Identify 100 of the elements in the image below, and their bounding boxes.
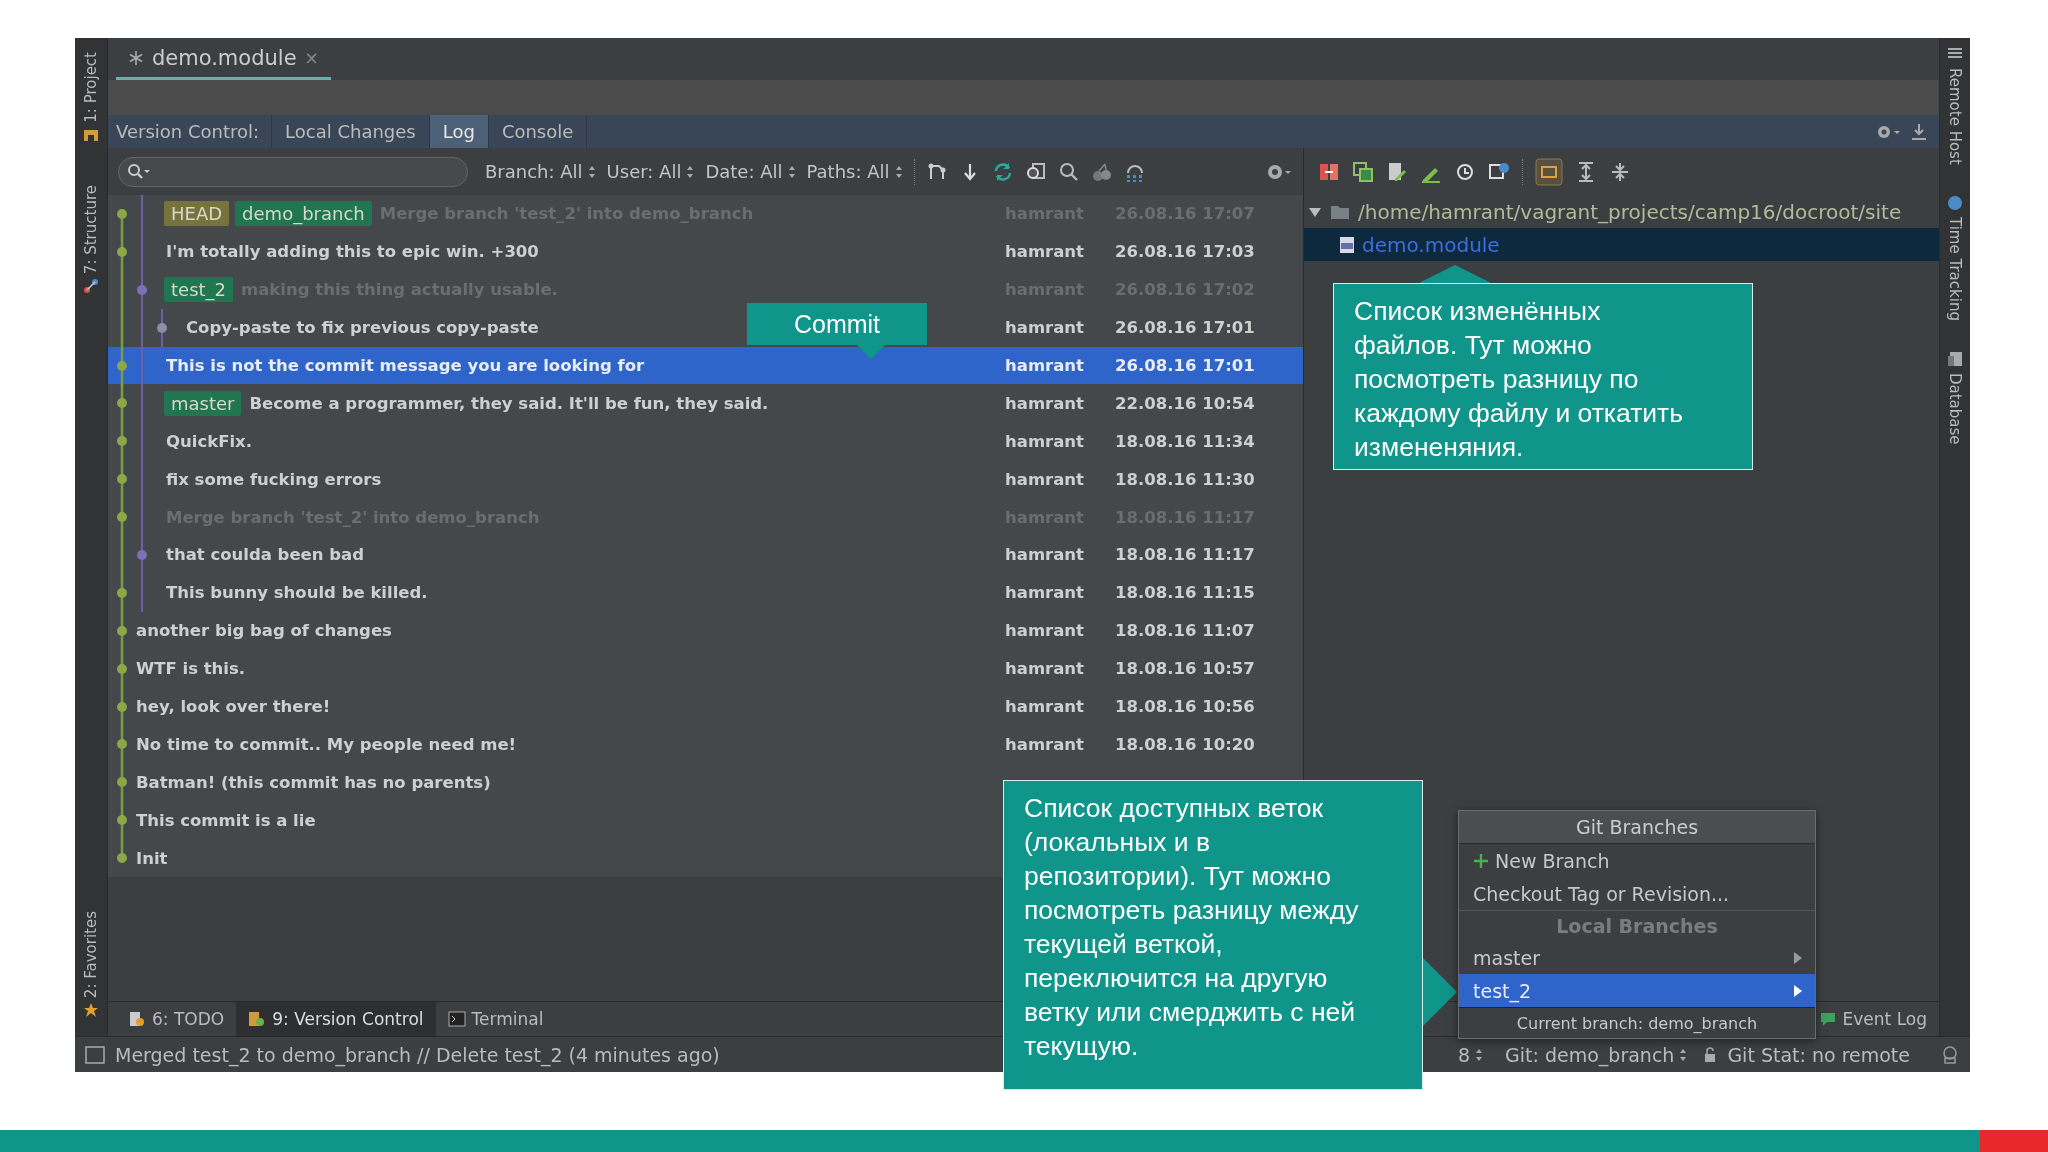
copy-icon[interactable] [1352, 160, 1374, 183]
commit-author: hamrant [1005, 318, 1085, 338]
panel-title: Version Control: [108, 115, 273, 148]
log-row[interactable]: This is not the commit message you are looking for hamrant 26.08.16 17:01 [108, 346, 1303, 385]
commit-message: I'm totally adding this to epic win. +300 [165, 242, 539, 262]
log-row[interactable]: QuickFix. hamrant 18.08.16 11:34 [108, 422, 1303, 461]
search-field[interactable] [118, 156, 468, 187]
menu-item[interactable]: Checkout Tag or Revision... [1459, 877, 1815, 910]
commit-message: No time to commit.. My people need me! [135, 734, 517, 754]
menu-item[interactable]: New Branch [1459, 844, 1815, 877]
commit-date: 26.08.16 17:03 [1115, 242, 1256, 262]
structure-icon [83, 277, 99, 294]
graph-segment [114, 763, 130, 802]
menu-item[interactable]: master [1459, 941, 1815, 974]
popup-title: Git Branches [1459, 811, 1815, 844]
group-by-folder-icon[interactable] [1535, 157, 1563, 186]
collapse-all-icon[interactable] [1609, 160, 1631, 183]
panel-tab[interactable]: Console [488, 115, 588, 148]
log-row[interactable]: This bunny should be killed. hamrant 18.08.16 11:15 [108, 573, 1303, 612]
star-icon [83, 1002, 99, 1019]
log-row[interactable]: hey, look over there! hamrant 18.08.16 10:56 [108, 687, 1303, 726]
tool-window-label[interactable]: 7: Structure [82, 184, 100, 274]
plus-icon [1473, 852, 1489, 869]
status-message: Merged test_2 to demo_branch // Delete test_2 (4 minutes ago) [115, 1043, 720, 1066]
lock-icon [1703, 1046, 1718, 1063]
commit-author: hamrant [1005, 697, 1085, 716]
git-status: Git Stat: no remote [1727, 1043, 1910, 1066]
branch-label: demo_branch [235, 201, 372, 227]
folder-icon [1330, 203, 1350, 220]
log-row[interactable]: fix some fucking errors hamrant 18.08.16 11:30 [108, 460, 1303, 499]
callout-tooltip: Список доступных веток (локальных и в репозитории). Тут можно посмотреть разницу между текущей веткой, переключится на другую ветку или смерджить с ней текущую. [1003, 780, 1459, 1090]
commit-author: hamrant [1005, 659, 1085, 679]
commit-date: 22.08.16 10:54 [1115, 393, 1256, 413]
tool-window-tab[interactable]: Terminal [435, 1002, 556, 1037]
commit-message: another big bag of changes [135, 621, 392, 641]
tool-window-label[interactable]: 1: Project [82, 52, 100, 123]
close-button[interactable]: × [304, 47, 319, 68]
commit-author: hamrant [1005, 393, 1085, 413]
current-branch-label: Current branch: demo_branch [1459, 1007, 1815, 1038]
tool-window-tab[interactable]: 9: Version Control [236, 1002, 436, 1037]
graph-segment [114, 725, 130, 764]
log-row[interactable]: WTF is this. hamrant 18.08.16 10:57 [108, 649, 1303, 688]
commit-message: Init [135, 848, 168, 868]
commit-author: hamrant [1005, 356, 1085, 375]
filter-dropdown[interactable]: Paths: All [806, 161, 903, 182]
asterisk-icon [128, 49, 144, 66]
panel-tab[interactable]: Log [429, 115, 489, 148]
panel-toggle-icon[interactable] [85, 1045, 105, 1064]
updown-arrows-icon [1475, 1047, 1484, 1062]
changed-file[interactable]: demo.module [1304, 228, 1939, 261]
updown-arrows-icon [787, 164, 796, 179]
commit-author: hamrant [1005, 431, 1085, 451]
commit-date: 18.08.16 11:07 [1115, 621, 1256, 641]
folder-path: /home/hamrant/vagrant_projects/camp16/docroot/site [1358, 199, 1902, 224]
submenu-arrow-icon [1793, 984, 1803, 997]
graph-segment [114, 687, 130, 726]
tool-window-tab[interactable]: 6: TODO [116, 1002, 237, 1037]
status-selector[interactable]: Git: demo_branch [1499, 1043, 1694, 1066]
commit-date: 18.08.16 11:17 [1115, 545, 1256, 565]
commit-date: 18.08.16 10:57 [1115, 659, 1256, 679]
branch-label: HEAD [164, 201, 230, 227]
tool-window-label[interactable]: 2: Favorites [82, 910, 100, 999]
log-row[interactable]: another big bag of changes hamrant 18.08.16 11:07 [108, 611, 1303, 650]
branch-label: master [164, 390, 242, 416]
commit-message: Become a programmer, they said. It'll be fun, they said. [248, 393, 769, 413]
commit-message: QuickFix. [165, 431, 253, 451]
edit-document-icon[interactable] [1386, 160, 1408, 183]
commit-date: 26.08.16 17:01 [1115, 356, 1256, 375]
log-row[interactable]: No time to commit.. My people need me! hamrant 18.08.16 10:20 [108, 725, 1303, 764]
filter-dropdown[interactable]: Branch: All [485, 161, 596, 182]
commit-date: 18.08.16 10:56 [1115, 697, 1256, 716]
menu-section-header: Local Branches [1459, 910, 1815, 941]
filter-dropdown[interactable]: Date: All [705, 161, 796, 182]
todo-icon [128, 1010, 146, 1029]
search-icon[interactable] [1057, 160, 1080, 183]
tool-window-label[interactable]: Time Tracking [1946, 216, 1964, 321]
commit-message: Copy-paste to fix previous copy-paste [185, 318, 539, 338]
panel-tab[interactable]: Local Changes [272, 115, 430, 148]
branch-label: test_2 [164, 277, 234, 303]
updown-arrows-icon [686, 164, 695, 179]
commit-author: hamrant [1005, 621, 1085, 641]
menu-item[interactable]: test_2 [1459, 974, 1815, 1007]
commit-date: 18.08.16 10:20 [1115, 734, 1256, 754]
log-row[interactable]: I'm totally adding this to epic win. +300 hamrant 26.08.16 17:03 [108, 232, 1303, 271]
minimize-icon[interactable] [1909, 121, 1929, 142]
tool-window-label[interactable]: Remote Host [1946, 68, 1964, 165]
log-row[interactable]: master Become a programmer, they said. It'll be fun, they said. hamrant 22.08.16 10:54 [108, 384, 1303, 423]
commit-author: hamrant [1005, 545, 1085, 565]
tool-window-label[interactable]: Database [1946, 372, 1964, 445]
commit-message: This is not the commit message you are looking for [165, 356, 645, 375]
file-icon [1338, 235, 1356, 254]
speech-bubble-icon [1818, 1010, 1837, 1029]
commit-date: 26.08.16 17:01 [1115, 318, 1256, 338]
commit-message: This bunny should be killed. [165, 583, 428, 603]
log-row[interactable]: that coulda been bad hamrant 18.08.16 11:17 [108, 536, 1303, 574]
commit-date: 18.08.16 11:15 [1115, 583, 1256, 603]
commit-author: hamrant [1005, 583, 1085, 603]
filter-dropdown[interactable]: User: All [606, 161, 695, 182]
commit-message: Batman! (this commit has no parents) [135, 772, 491, 792]
commit-date: 18.08.16 11:30 [1115, 469, 1256, 489]
